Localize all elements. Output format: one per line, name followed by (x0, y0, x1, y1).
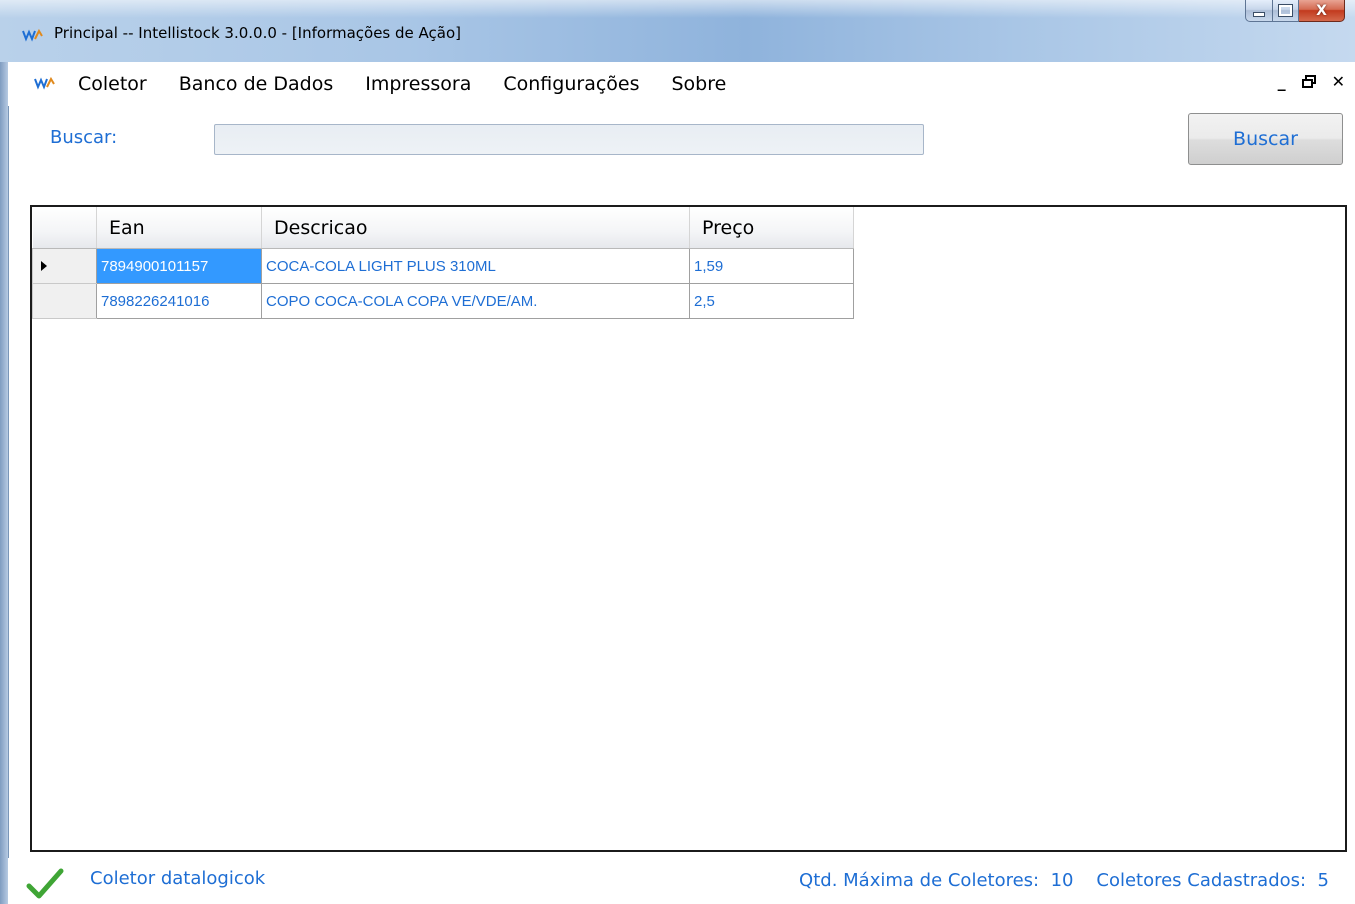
app-window: Principal -- Intellistock 3.0.0.0 - [Inf… (0, 0, 1355, 904)
window-title: Principal -- Intellistock 3.0.0.0 - [Inf… (54, 24, 461, 42)
app-logo-icon (22, 28, 43, 42)
status-bar: Coletor datalogicok Qtd. Máxima de Colet… (8, 858, 1355, 904)
close-icon: X (1316, 2, 1327, 19)
search-button[interactable]: Buscar (1188, 113, 1343, 165)
menu-item-banco-de-dados[interactable]: Banco de Dados (163, 70, 349, 98)
menu-item-impressora[interactable]: Impressora (349, 70, 487, 98)
menu-items: Coletor Banco de Dados Impressora Config… (78, 70, 742, 98)
registered-collectors-label: Coletores Cadastrados: (1096, 870, 1307, 891)
window-left-border (0, 62, 8, 904)
column-header-ean[interactable]: Ean (96, 207, 262, 249)
cell-preco[interactable]: 1,59 (689, 248, 854, 284)
menu-item-configuracoes[interactable]: Configurações (487, 70, 655, 98)
search-input[interactable] (214, 124, 924, 155)
mdi-minimize-button[interactable]: _ (1278, 72, 1286, 91)
column-header-descricao[interactable]: Descricao (261, 207, 690, 249)
cell-ean[interactable]: 7898226241016 (96, 283, 262, 319)
maximize-icon (1278, 4, 1293, 17)
title-bar[interactable]: Principal -- Intellistock 3.0.0.0 - [Inf… (0, 0, 1355, 62)
row-header-corner[interactable] (32, 207, 97, 249)
max-collectors-label: Qtd. Máxima de Coletores: (799, 870, 1040, 891)
status-message: Coletor datalogicok (90, 868, 266, 889)
column-header-preco[interactable]: Preço (689, 207, 854, 249)
status-counters: Qtd. Máxima de Coletores: 10 Coletores C… (799, 870, 1329, 891)
row-header[interactable] (32, 248, 97, 284)
grid-header-row: Ean Descricao Preço (32, 207, 854, 249)
table-row[interactable]: 7898226241016 COPO COCA-COLA COPA VE/VDE… (32, 283, 854, 319)
minimize-button[interactable] (1245, 0, 1273, 22)
menu-bar: Coletor Banco de Dados Impressora Config… (8, 62, 1355, 106)
row-arrow-icon (41, 260, 47, 271)
window-controls: X (1245, 0, 1345, 22)
cell-preco[interactable]: 2,5 (689, 283, 854, 319)
mdi-controls: _ ✕ (1278, 72, 1345, 91)
products-grid[interactable]: Ean Descricao Preço 7894900101157 COCA-C… (30, 205, 1347, 852)
close-button[interactable]: X (1299, 0, 1345, 22)
cell-ean[interactable]: 7894900101157 (96, 248, 262, 284)
row-header[interactable] (32, 283, 97, 319)
mdi-close-button[interactable]: ✕ (1332, 72, 1345, 91)
menu-item-sobre[interactable]: Sobre (656, 70, 743, 98)
max-collectors-value: 10 (1050, 870, 1074, 891)
minimize-icon (1253, 11, 1265, 17)
search-label: Buscar: (50, 127, 118, 148)
table-row[interactable]: 7894900101157 COCA-COLA LIGHT PLUS 310ML… (32, 248, 854, 284)
registered-collectors-value: 5 (1317, 870, 1329, 891)
grid-table: Ean Descricao Preço 7894900101157 COCA-C… (32, 207, 854, 319)
mdi-restore-button[interactable] (1301, 75, 1316, 89)
mdi-child-icon[interactable] (34, 76, 56, 90)
maximize-button[interactable] (1273, 0, 1299, 22)
check-icon (26, 868, 64, 899)
cell-descricao[interactable]: COCA-COLA LIGHT PLUS 310ML (261, 248, 690, 284)
cell-descricao[interactable]: COPO COCA-COLA COPA VE/VDE/AM. (261, 283, 690, 319)
menu-item-coletor[interactable]: Coletor (78, 70, 163, 98)
